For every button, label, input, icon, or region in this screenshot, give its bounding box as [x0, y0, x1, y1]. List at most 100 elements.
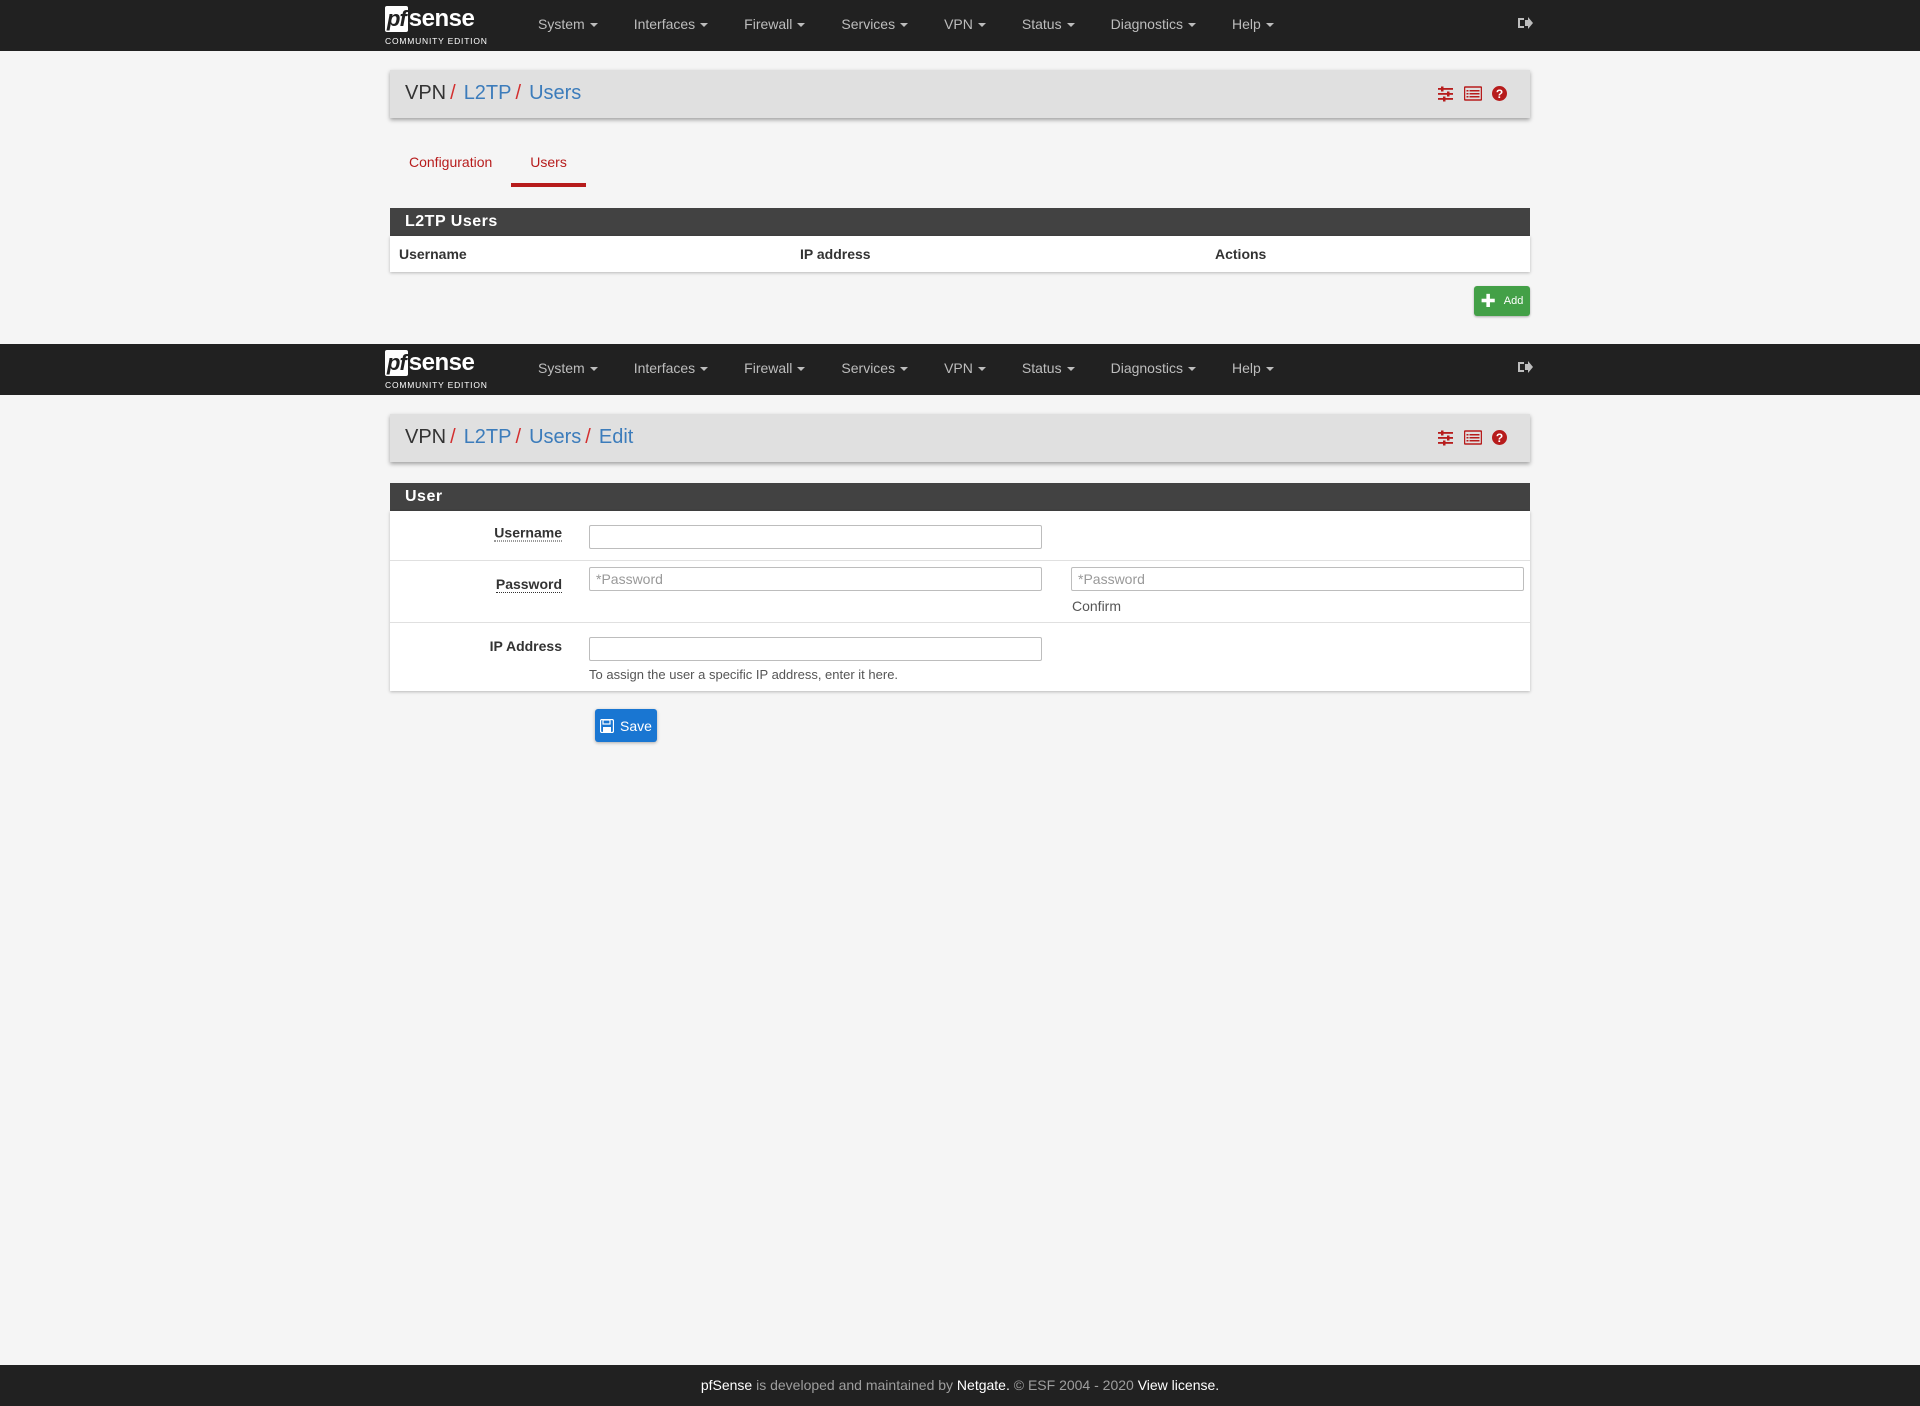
- caret-down-icon: [1187, 23, 1196, 28]
- menu-label: Status: [1021, 16, 1062, 32]
- confirm-label: Confirm: [1072, 598, 1122, 614]
- username-input[interactable]: [589, 525, 1042, 549]
- column-username: Username: [399, 246, 467, 262]
- breadcrumb-separator: /: [450, 426, 456, 448]
- menu-interfaces[interactable]: Interfaces: [616, 0, 726, 51]
- logo-sense: sense: [408, 349, 475, 376]
- panel-title: User: [390, 483, 1530, 511]
- menu-label: Interfaces: [633, 16, 696, 32]
- add-label: Add: [1503, 295, 1524, 307]
- username-row: Username: [390, 511, 1530, 560]
- caret-down-icon: [589, 23, 598, 28]
- caret-down-icon: [1265, 23, 1274, 28]
- panel-title: L2TP Users: [390, 208, 1530, 236]
- menu-diagnostics[interactable]: Diagnostics: [1093, 0, 1214, 51]
- users-table: Username IP address Actions: [390, 236, 1530, 272]
- menu-label: Status: [1021, 360, 1062, 376]
- logo-pf: pf: [385, 6, 408, 32]
- breadcrumb-users[interactable]: Users: [529, 82, 581, 104]
- password-label: Password: [495, 576, 562, 593]
- ip-address-input[interactable]: [589, 637, 1042, 661]
- menu-help[interactable]: Help: [1214, 0, 1292, 51]
- sign-out-icon[interactable]: [1517, 15, 1535, 33]
- breadcrumb-users[interactable]: Users: [529, 426, 581, 448]
- breadcrumb-l2tp[interactable]: L2TP: [464, 426, 512, 448]
- menu-label: Diagnostics: [1110, 16, 1183, 32]
- menu-status[interactable]: Status: [1004, 344, 1093, 395]
- breadcrumb: VPN / L2TP / Users / Edit: [405, 426, 633, 449]
- menu-system[interactable]: System: [520, 344, 616, 395]
- breadcrumb-separator: /: [515, 426, 522, 448]
- menu-vpn[interactable]: VPN: [926, 344, 1004, 395]
- caret-down-icon: [700, 23, 709, 28]
- breadcrumb: VPN / L2TP / Users: [405, 82, 581, 105]
- caret-down-icon: [900, 367, 909, 372]
- footer-netgate-link[interactable]: Netgate.: [957, 1377, 1010, 1393]
- list-icon[interactable]: [1463, 85, 1483, 102]
- logo-sense: sense: [408, 5, 475, 32]
- menu-label: Help: [1231, 360, 1261, 376]
- footer-brand: pfSense: [700, 1377, 753, 1393]
- main-menu: System Interfaces Firewall Services VPN …: [520, 0, 1292, 51]
- menu-firewall[interactable]: Firewall: [726, 344, 823, 395]
- breadcrumb-edit[interactable]: Edit: [599, 426, 633, 448]
- menu-vpn[interactable]: VPN: [926, 0, 1004, 51]
- list-icon[interactable]: [1463, 429, 1483, 446]
- pfsense-logo[interactable]: pf sense COMMUNITY EDITION: [385, 349, 493, 391]
- floppy-disk-icon: [600, 718, 615, 733]
- breadcrumb-l2tp[interactable]: L2TP: [464, 82, 512, 104]
- column-ip-address: IP address: [800, 246, 871, 262]
- menu-label: Firewall: [744, 16, 793, 32]
- tab-bar: Configuration Users: [390, 146, 586, 188]
- user-form: Username Password Confirm IP Address To …: [390, 511, 1530, 691]
- save-button[interactable]: Save: [595, 709, 657, 742]
- sign-out-icon[interactable]: [1517, 359, 1535, 377]
- header-icons: ?: [1437, 429, 1508, 446]
- menu-help[interactable]: Help: [1214, 344, 1292, 395]
- menu-status[interactable]: Status: [1004, 0, 1093, 51]
- menu-interfaces[interactable]: Interfaces: [616, 344, 726, 395]
- breadcrumb-vpn: VPN: [405, 82, 447, 104]
- tab-users[interactable]: Users: [511, 146, 586, 187]
- caret-down-icon: [977, 23, 986, 28]
- password-confirm-input[interactable]: [1071, 567, 1524, 591]
- breadcrumb-panel: VPN / L2TP / Users / Edit ?: [390, 414, 1530, 462]
- logo-edition: COMMUNITY EDITION: [385, 380, 488, 390]
- menu-label: Help: [1231, 16, 1261, 32]
- menu-label: VPN: [944, 16, 973, 32]
- breadcrumb-vpn: VPN: [405, 426, 447, 448]
- svg-text:?: ?: [1496, 431, 1503, 445]
- top-navbar: pf sense COMMUNITY EDITION System Interfa…: [0, 344, 1920, 395]
- breadcrumb-separator: /: [515, 82, 522, 104]
- footer-license-link[interactable]: View license.: [1138, 1377, 1219, 1393]
- ip-address-help: To assign the user a specific IP address…: [589, 667, 899, 682]
- header-icons: ?: [1437, 85, 1508, 102]
- question-circle-icon[interactable]: ?: [1491, 85, 1508, 102]
- password-input[interactable]: [589, 567, 1042, 591]
- sliders-icon[interactable]: [1437, 85, 1454, 102]
- caret-down-icon: [900, 23, 909, 28]
- menu-label: Diagnostics: [1110, 360, 1183, 376]
- menu-services[interactable]: Services: [823, 344, 926, 395]
- menu-diagnostics[interactable]: Diagnostics: [1093, 344, 1214, 395]
- menu-system[interactable]: System: [520, 0, 616, 51]
- caret-down-icon: [700, 367, 709, 372]
- menu-label: Firewall: [744, 360, 793, 376]
- menu-services[interactable]: Services: [823, 0, 926, 51]
- question-circle-icon[interactable]: ?: [1491, 429, 1508, 446]
- add-button[interactable]: ✚ Add: [1474, 286, 1530, 316]
- caret-down-icon: [1066, 367, 1075, 372]
- menu-firewall[interactable]: Firewall: [726, 0, 823, 51]
- footer-text: is developed and maintained by: [752, 1377, 957, 1393]
- pfsense-logo[interactable]: pf sense COMMUNITY EDITION: [385, 5, 493, 47]
- tab-configuration[interactable]: Configuration: [390, 146, 511, 186]
- menu-label: VPN: [944, 360, 973, 376]
- top-navbar: pf sense COMMUNITY EDITION System Interfa…: [0, 0, 1920, 51]
- username-label: Username: [494, 524, 562, 542]
- users-panel: L2TP Users Username IP address Actions: [390, 208, 1530, 272]
- column-actions: Actions: [1215, 246, 1267, 262]
- plus-icon: ✚: [1480, 291, 1496, 311]
- sliders-icon[interactable]: [1437, 429, 1454, 446]
- caret-down-icon: [1265, 367, 1274, 372]
- caret-down-icon: [1066, 23, 1075, 28]
